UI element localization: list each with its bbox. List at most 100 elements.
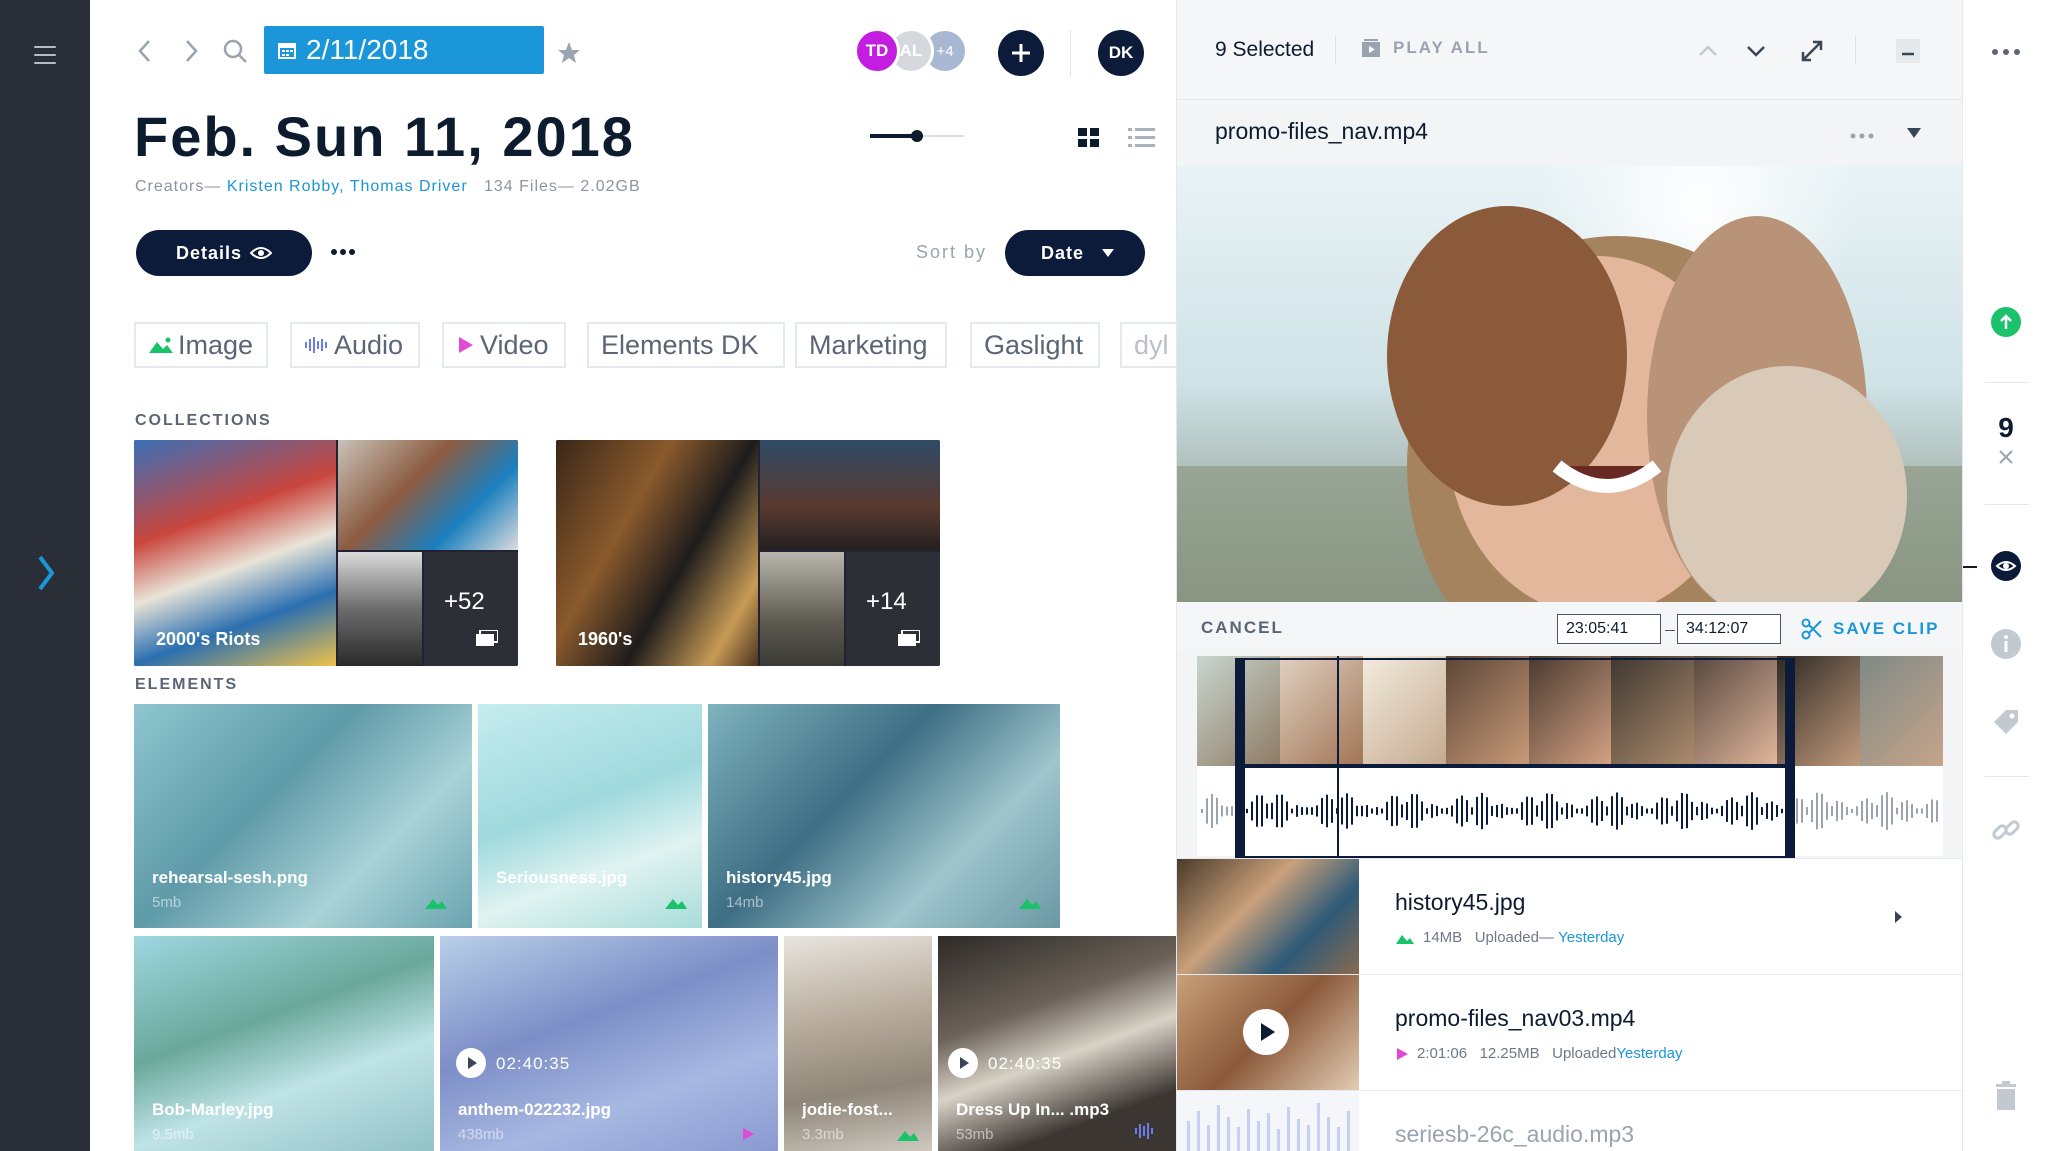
grid-view-icon[interactable] [1078, 128, 1100, 148]
creator-link-2[interactable]: Thomas Driver [350, 178, 468, 195]
clip-end-input[interactable]: 34:12:07 [1677, 614, 1781, 644]
clip-start-handle[interactable] [1235, 656, 1245, 860]
waveform-bar [1896, 807, 1898, 815]
image-icon [665, 899, 687, 909]
eye-icon [250, 247, 273, 259]
creator-link-1[interactable]: Kristen Robby [227, 178, 339, 195]
info-icon[interactable] [1990, 628, 2022, 660]
expand-icon[interactable] [1799, 38, 1825, 64]
chevron-right-icon[interactable] [34, 553, 58, 593]
upload-status-icon[interactable] [1990, 306, 2022, 338]
trash-icon[interactable] [1990, 1080, 2022, 1112]
waveform-bar [1666, 798, 1668, 824]
waveform-bar [1541, 801, 1543, 821]
eye-icon[interactable] [1990, 550, 2022, 582]
waveform-bar [1371, 808, 1373, 814]
close-icon[interactable] [1997, 448, 2015, 466]
waveform-bar [1621, 797, 1623, 825]
waveform-bar [1461, 795, 1463, 827]
more-options-icon[interactable] [328, 240, 358, 264]
clip-timeline[interactable] [1197, 656, 1944, 858]
play-all-button[interactable]: PLAY ALL [1361, 38, 1490, 58]
details-button[interactable]: Details [136, 230, 312, 276]
waveform-bar [1411, 794, 1413, 828]
file-options-icon[interactable] [1847, 126, 1877, 146]
waveform-bar [1876, 805, 1878, 817]
clip-end-handle[interactable] [1785, 656, 1795, 860]
waveform-bar [1376, 807, 1378, 815]
forward-arrow-icon[interactable] [178, 36, 204, 66]
element-thumbnail[interactable]: 02:40:35 anthem-022232.jpg 438mb [440, 936, 778, 1151]
tag-marketing[interactable]: Marketing [795, 322, 947, 368]
list-item-thumbnail [1177, 859, 1359, 975]
zoom-slider[interactable] [870, 124, 964, 148]
video-preview[interactable] [1177, 166, 1963, 602]
timeline-frames [1197, 656, 1944, 766]
tag-audio[interactable]: Audio [290, 322, 420, 368]
selected-count: 9 Selected [1215, 38, 1315, 61]
tag-gaslight[interactable]: Gaslight [970, 322, 1100, 368]
star-icon[interactable] [556, 40, 582, 66]
chevron-down-icon[interactable] [1743, 38, 1769, 64]
waveform-bar [1931, 799, 1933, 823]
waveform-bar [1911, 804, 1913, 818]
waveform-bar [1716, 808, 1718, 814]
back-arrow-icon[interactable] [132, 36, 158, 66]
waveform-bar [1831, 805, 1833, 817]
save-clip-button[interactable]: SAVE CLIP [1801, 618, 1939, 640]
page-title: Feb. Sun 11, 2018 [134, 105, 635, 168]
add-member-button[interactable] [998, 30, 1044, 76]
tag-image[interactable]: Image [134, 322, 268, 368]
play-button[interactable] [948, 1048, 978, 1078]
collection-card[interactable]: 1960's +14 [556, 440, 940, 666]
file-dropdown-caret-icon[interactable] [1907, 128, 1921, 138]
avatar-td[interactable]: TD [854, 28, 900, 74]
clip-start-input[interactable]: 23:05:41 [1557, 614, 1661, 644]
chevron-right-icon[interactable] [1895, 911, 1902, 923]
element-thumbnail[interactable]: Bob-Marley.jpg 9.5mb [134, 936, 434, 1151]
playhead[interactable] [1337, 656, 1339, 858]
list-item[interactable]: seriesb-26c_audio.mp3 [1177, 1090, 1963, 1151]
date-picker-button[interactable]: 2/11/2018 [264, 26, 544, 74]
waveform-bar [1261, 795, 1263, 827]
playlist-icon [1362, 39, 1380, 57]
element-thumbnail[interactable]: jodie-fost... 3.3mb [784, 936, 932, 1151]
element-thumbnail[interactable]: Seriousness.jpg [478, 704, 702, 928]
user-avatar[interactable]: DK [1098, 30, 1144, 76]
list-view-icon[interactable] [1128, 126, 1156, 150]
tag-icon[interactable] [1990, 706, 2022, 738]
waveform-bar [1696, 806, 1698, 816]
more-options-icon[interactable] [1990, 36, 2022, 68]
tag-video[interactable]: Video [442, 322, 566, 368]
element-thumbnail[interactable]: 02:40:35 Dress Up In... .mp3 53mb [938, 936, 1176, 1151]
sort-dropdown[interactable]: Date [1005, 230, 1145, 276]
tag-elements-dk[interactable]: Elements DK [587, 322, 785, 368]
image-icon [1396, 934, 1414, 944]
hamburger-menu-icon[interactable] [34, 46, 56, 64]
play-button[interactable] [1243, 1009, 1289, 1055]
waveform-bar [1651, 808, 1653, 814]
zoom-slider-knob[interactable] [911, 130, 923, 142]
list-item[interactable]: history45.jpg 14MB Uploaded— Yesterday [1177, 858, 1963, 975]
waveform-bar [1656, 802, 1658, 820]
waveform-bar [1226, 806, 1228, 816]
rail-divider [1985, 776, 2029, 777]
tag-dyl[interactable]: dyl [1120, 322, 1176, 368]
link-icon[interactable] [1990, 814, 2022, 846]
chevron-up-icon[interactable] [1695, 38, 1721, 64]
minimize-icon[interactable] [1895, 38, 1921, 64]
waveform-bar [1396, 796, 1398, 826]
play-button[interactable] [456, 1048, 486, 1078]
waveform-bar [1671, 806, 1673, 816]
play-triangle-icon [459, 337, 473, 353]
collection-card[interactable]: 2000's Riots +52 [134, 440, 518, 666]
element-name: rehearsal-sesh.png [152, 868, 308, 887]
waveform-bar [1246, 808, 1248, 814]
waveform-bar [1571, 804, 1573, 818]
list-item[interactable]: promo-files_nav03.mp4 2:01:06 12.25MB Up… [1177, 974, 1963, 1091]
element-thumbnail[interactable]: rehearsal-sesh.png 5mb [134, 704, 472, 928]
cancel-button[interactable]: CANCEL [1201, 618, 1284, 638]
search-icon[interactable] [222, 36, 248, 66]
waveform-bar [1351, 797, 1353, 825]
element-thumbnail[interactable]: history45.jpg 14mb [708, 704, 1060, 928]
